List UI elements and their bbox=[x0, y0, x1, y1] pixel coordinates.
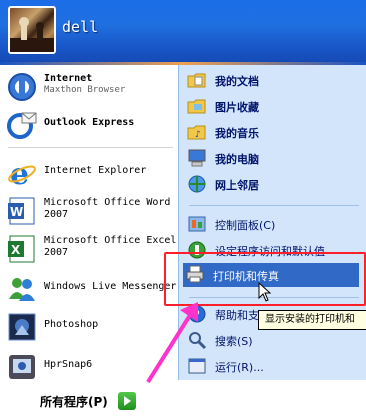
program-item-word[interactable]: W Microsoft Office Word 2007 bbox=[4, 193, 176, 229]
chess-picture-icon bbox=[10, 17, 54, 52]
folder-pictures-icon bbox=[187, 96, 207, 116]
program-subtitle: 2007 bbox=[44, 209, 69, 220]
place-item-my-computer[interactable]: 我的电脑 bbox=[185, 147, 363, 169]
place-label: 我的音乐 bbox=[215, 127, 259, 140]
program-subtitle: 2007 bbox=[44, 247, 69, 258]
network-places-icon bbox=[187, 174, 207, 194]
place-label: 控制面板(C) bbox=[215, 219, 276, 232]
place-label: 我的文档 bbox=[215, 75, 259, 88]
my-computer-icon bbox=[187, 148, 207, 168]
program-item-excel[interactable]: X Microsoft Office Excel 2007 bbox=[4, 231, 176, 267]
program-item-outlook[interactable]: Outlook Express bbox=[4, 107, 176, 143]
tooltip: 显示安装的打印机和 bbox=[258, 310, 366, 330]
svg-text:W: W bbox=[10, 205, 23, 219]
excel-icon: X bbox=[6, 233, 38, 265]
user-name: dell bbox=[62, 18, 99, 36]
program-title: HprSnap6 bbox=[44, 359, 93, 370]
left-divider bbox=[8, 147, 173, 148]
mouse-cursor-icon bbox=[258, 282, 272, 302]
word-icon: W bbox=[6, 195, 38, 227]
program-title: Microsoft Office Word bbox=[44, 197, 171, 208]
right-divider bbox=[189, 205, 359, 206]
svg-text:♪: ♪ bbox=[195, 130, 201, 140]
annotation-arrow-icon bbox=[146, 302, 198, 384]
place-item-control-panel[interactable]: 控制面板(C) bbox=[185, 213, 363, 235]
maxthon-browser-icon bbox=[6, 71, 38, 103]
place-item-network[interactable]: 网上邻居 bbox=[185, 173, 363, 195]
program-title: Internet bbox=[44, 73, 93, 84]
program-title: Photoshop bbox=[44, 319, 99, 330]
start-menu: dell Internet Maxthon Browser Outlook Ex… bbox=[0, 0, 366, 416]
photoshop-icon bbox=[6, 311, 38, 343]
user-avatar[interactable] bbox=[8, 6, 56, 54]
hypersnap-icon bbox=[6, 351, 38, 383]
place-item-my-pictures[interactable]: 图片收藏 bbox=[185, 95, 363, 117]
program-title: Microsoft Office Excel bbox=[44, 235, 177, 246]
program-subtitle: Maxthon Browser bbox=[44, 85, 126, 95]
folder-documents-icon bbox=[187, 70, 207, 90]
program-title: Internet Explorer bbox=[44, 165, 147, 176]
all-programs-label[interactable]: 所有程序(P) bbox=[40, 393, 108, 410]
place-item-my-music[interactable]: ♪ 我的音乐 bbox=[185, 121, 363, 143]
control-panel-icon bbox=[187, 214, 207, 234]
place-label: 网上邻居 bbox=[215, 179, 259, 192]
internet-explorer-icon: e bbox=[6, 157, 38, 192]
arrow-right-icon[interactable] bbox=[118, 392, 136, 410]
place-item-my-documents[interactable]: 我的文档 bbox=[185, 69, 363, 91]
place-label: 我的电脑 bbox=[215, 153, 259, 166]
program-item-maxthon[interactable]: Internet Maxthon Browser bbox=[4, 69, 176, 105]
place-label: 图片收藏 bbox=[215, 101, 259, 114]
svg-text:X: X bbox=[11, 243, 21, 257]
program-title: Outlook Express bbox=[44, 117, 135, 128]
outlook-express-icon bbox=[6, 109, 38, 141]
folder-music-icon: ♪ bbox=[187, 122, 207, 142]
start-menu-header: dell bbox=[0, 0, 366, 62]
program-item-ie[interactable]: e Internet Explorer bbox=[4, 155, 176, 192]
messenger-icon bbox=[6, 273, 38, 305]
